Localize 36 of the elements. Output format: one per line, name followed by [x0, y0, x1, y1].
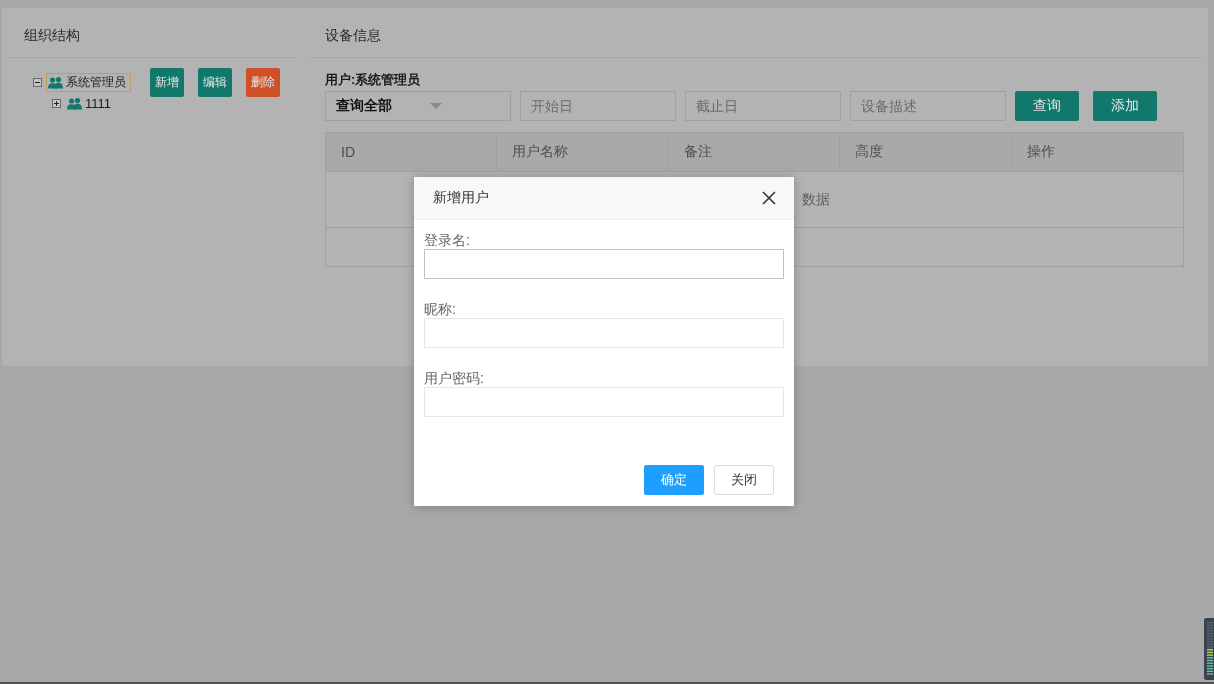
collapse-icon[interactable]: [33, 78, 42, 87]
empty-message: 数据: [802, 190, 830, 209]
level-meter-icon: [1204, 618, 1214, 680]
filter-input[interactable]: 截止日: [685, 91, 841, 121]
caret-icon: [430, 103, 442, 109]
column-header: ID: [341, 144, 355, 160]
field-label: 用户密码:: [424, 369, 485, 387]
field-label: 昵称:: [424, 300, 457, 318]
input-field[interactable]: [424, 387, 784, 417]
user-label: 用户:系统管理员: [325, 72, 422, 88]
delete-button[interactable]: 删除: [246, 68, 280, 97]
expand-icon[interactable]: [52, 99, 61, 108]
column-header: 操作: [1026, 143, 1055, 161]
toolbar-button[interactable]: 添加: [1093, 91, 1157, 121]
column-header: 高度: [855, 143, 884, 161]
close-button[interactable]: 关闭: [714, 465, 774, 495]
query-select[interactable]: 查询全部: [325, 91, 511, 121]
user-group-icon: [67, 97, 82, 110]
toolbar-button[interactable]: 查询: [1015, 91, 1079, 121]
user-group-icon: [48, 76, 63, 89]
filter-input[interactable]: 开始日: [520, 91, 676, 121]
column-header: 备注: [683, 143, 712, 161]
field-label: 登录名:: [424, 231, 471, 249]
dialog-title: 新增用户: [433, 189, 489, 207]
tree-action-button[interactable]: 新增: [150, 68, 184, 97]
close-icon[interactable]: [762, 191, 776, 205]
filter-input[interactable]: 设备描述: [850, 91, 1006, 121]
tree-action-button[interactable]: 编辑: [198, 68, 232, 97]
panel-title: 设备信息: [325, 26, 381, 45]
input-field[interactable]: [424, 318, 784, 348]
tree-node[interactable]: 系统管理员: [46, 73, 131, 92]
tree-node[interactable]: 1111: [65, 94, 117, 113]
panel-title: 组织结构: [24, 26, 80, 45]
input-field[interactable]: [424, 249, 784, 279]
column-header: 用户名称: [512, 143, 569, 161]
confirm-button[interactable]: 确定: [644, 465, 704, 495]
